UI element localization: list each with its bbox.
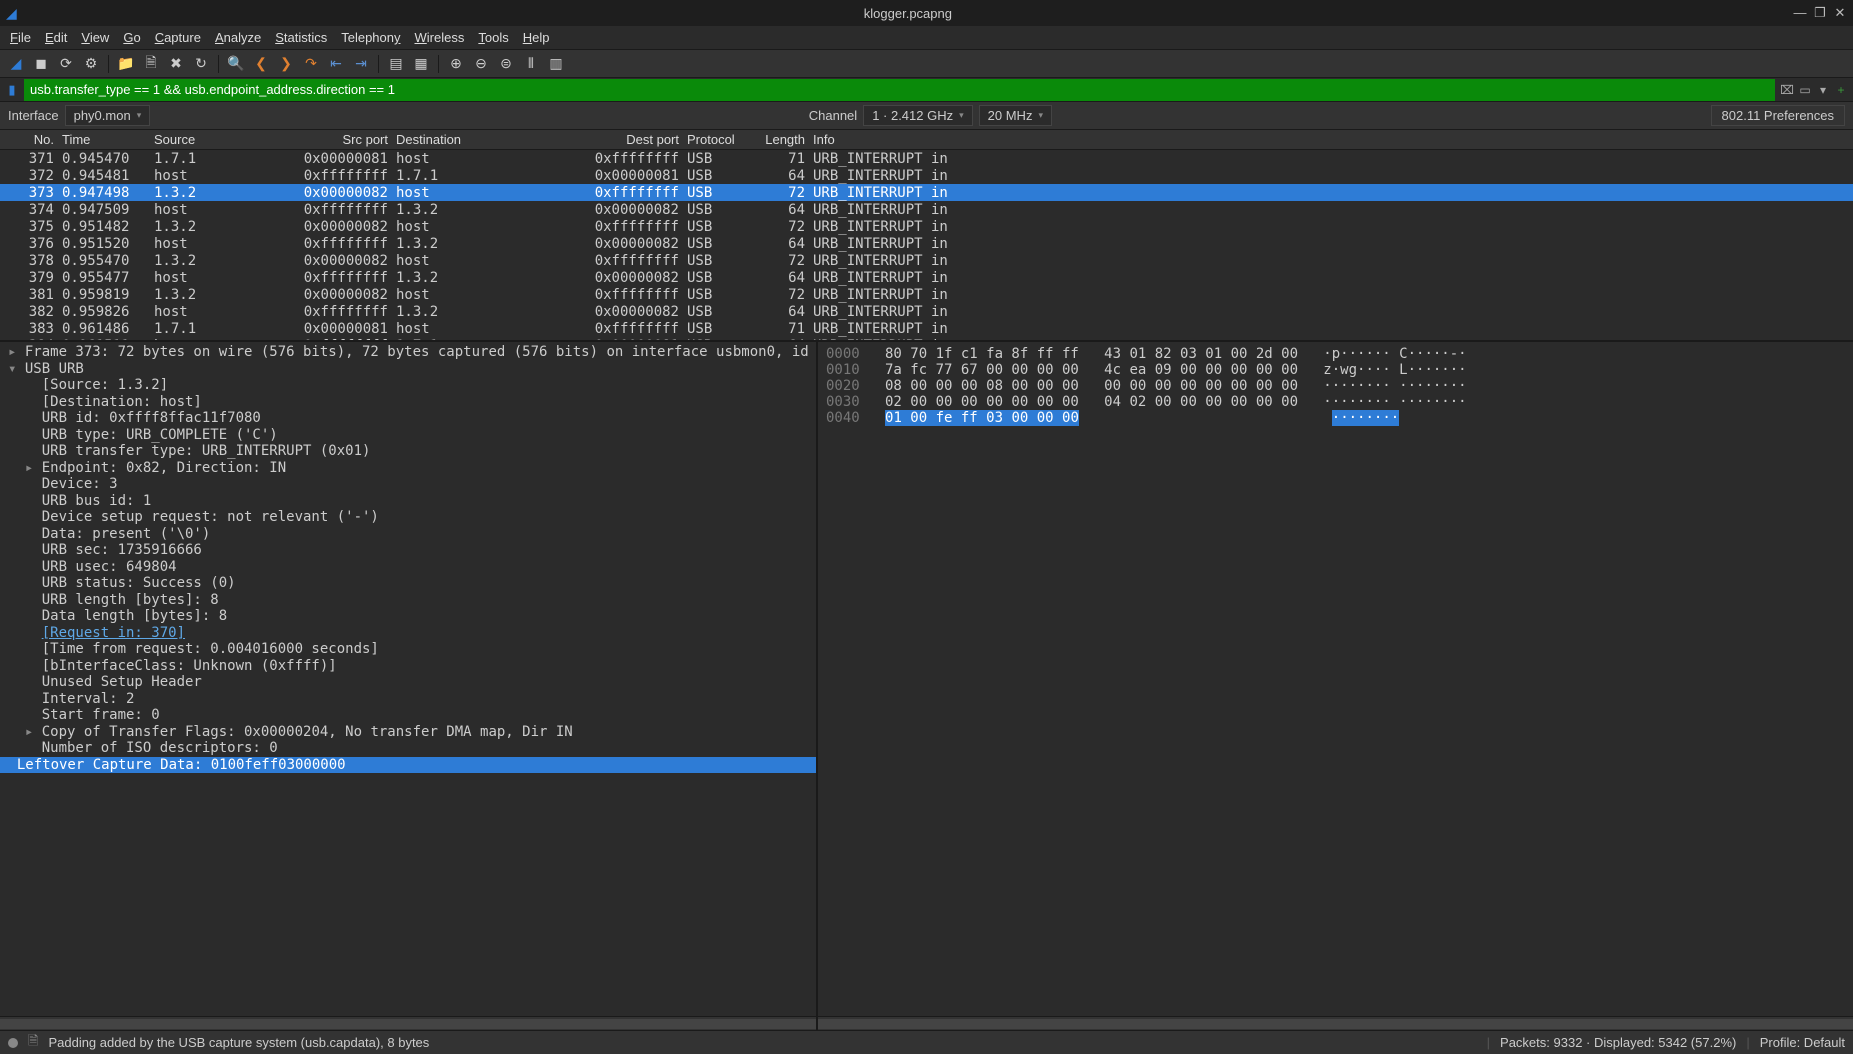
stop-capture-icon[interactable]: ◼ <box>31 54 51 74</box>
menu-view[interactable]: View <box>81 30 109 45</box>
packet-row[interactable]: 3810.9598191.3.20x00000082 host0xfffffff… <box>0 286 1853 303</box>
col-destination: Destination <box>392 132 590 147</box>
menu-tools[interactable]: Tools <box>478 30 508 45</box>
go-back-icon[interactable]: ❮ <box>251 54 271 74</box>
packet-row[interactable]: 3780.9554701.3.20x00000082 host0xfffffff… <box>0 252 1853 269</box>
channel-width-select[interactable]: 20 MHz <box>979 105 1052 126</box>
packet-row[interactable]: 3730.9474981.3.20x00000082 host0xfffffff… <box>0 184 1853 201</box>
col-source: Source <box>150 132 270 147</box>
packet-row[interactable]: 3740.947509host0xffffffff 1.3.20x0000008… <box>0 201 1853 218</box>
packet-row[interactable]: 3830.9614861.7.10x00000081 host0xfffffff… <box>0 320 1853 337</box>
packet-row[interactable]: 3840.961511host0xffffffff 1.7.10x0000008… <box>0 337 1853 340</box>
start-capture-icon[interactable]: ◢ <box>6 54 26 74</box>
bookmark-filter-icon[interactable]: ▮ <box>4 82 20 98</box>
packet-list-pane: No. Time Source Src port Destination Des… <box>0 130 1853 342</box>
zoom-in-icon[interactable]: ⊕ <box>446 54 466 74</box>
channel-label: Channel <box>809 108 857 123</box>
resize-columns-icon[interactable]: ⫴ <box>521 54 541 74</box>
window-title: klogger.pcapng <box>23 6 1793 21</box>
capture-file-properties-icon[interactable]: 🗎 <box>28 1032 38 1054</box>
horizontal-scrollbars[interactable] <box>0 1016 1853 1030</box>
packet-bytes-pane[interactable]: 0000 80 70 1f c1 fa 8f ff ff 43 01 82 03… <box>818 342 1853 1016</box>
wireshark-logo-icon: ◢ <box>6 5 17 22</box>
close-button[interactable]: ✕ <box>1833 5 1847 21</box>
main-toolbar: ◢ ◼ ⟳ ⚙ 📁 🗎 ✖ ↻ 🔍 ❮ ❯ ↷ ⇤ ⇥ ▤ ▦ ⊕ ⊖ ⊜ ⫴ … <box>0 50 1853 78</box>
minimize-button[interactable]: — <box>1793 5 1807 21</box>
packet-row[interactable]: 3750.9514821.3.20x00000082 host0xfffffff… <box>0 218 1853 235</box>
menu-statistics[interactable]: Statistics <box>275 30 327 45</box>
menu-go[interactable]: Go <box>123 30 140 45</box>
capture-options-icon[interactable]: ⚙ <box>81 54 101 74</box>
go-forward-icon[interactable]: ❯ <box>276 54 296 74</box>
packet-row[interactable]: 3760.951520host0xffffffff 1.3.20x0000008… <box>0 235 1853 252</box>
menu-capture[interactable]: Capture <box>155 30 201 45</box>
packet-row[interactable]: 3820.959826host0xffffffff 1.3.20x0000008… <box>0 303 1853 320</box>
menu-edit[interactable]: Edit <box>45 30 67 45</box>
open-file-icon[interactable]: 📁 <box>116 54 136 74</box>
clear-filter-icon[interactable]: ⌧ <box>1779 82 1795 98</box>
packet-row[interactable]: 3720.945481host0xffffffff 1.7.10x0000008… <box>0 167 1853 184</box>
reload-icon[interactable]: ↻ <box>191 54 211 74</box>
find-icon[interactable]: 🔍 <box>226 54 246 74</box>
col-no: No. <box>0 132 58 147</box>
wireless-prefs-button[interactable]: 802.11 Preferences <box>1711 105 1846 126</box>
packet-row[interactable]: 3790.955477host0xffffffff 1.3.20x0000008… <box>0 269 1853 286</box>
col-info: Info <box>809 132 1853 147</box>
col-destport: Dest port <box>590 132 683 147</box>
menu-help[interactable]: Help <box>523 30 550 45</box>
go-last-icon[interactable]: ⇥ <box>351 54 371 74</box>
close-file-icon[interactable]: ✖ <box>166 54 186 74</box>
restart-capture-icon[interactable]: ⟳ <box>56 54 76 74</box>
zoom-out-icon[interactable]: ⊖ <box>471 54 491 74</box>
menu-telephony[interactable]: Telephony <box>341 30 400 45</box>
expert-info-icon[interactable] <box>8 1038 18 1048</box>
title-bar: ◢ klogger.pcapng — ❐ ✕ <box>0 0 1853 26</box>
apply-filter-icon[interactable]: ▭ <box>1797 82 1813 98</box>
menu-analyze[interactable]: Analyze <box>215 30 261 45</box>
interface-label: Interface <box>8 108 59 123</box>
menu-file[interactable]: File <box>10 30 31 45</box>
col-length: Length <box>749 132 809 147</box>
go-to-packet-icon[interactable]: ↷ <box>301 54 321 74</box>
status-message: Padding added by the USB capture system … <box>48 1035 1476 1050</box>
menu-wireless[interactable]: Wireless <box>415 30 465 45</box>
status-profile[interactable]: Profile: Default <box>1760 1035 1845 1050</box>
go-first-icon[interactable]: ⇤ <box>326 54 346 74</box>
packet-row[interactable]: 3710.9454701.7.10x00000081 host0xfffffff… <box>0 150 1853 167</box>
auto-scroll-icon[interactable]: ▤ <box>386 54 406 74</box>
colorize-icon[interactable]: ▦ <box>411 54 431 74</box>
zoom-reset-icon[interactable]: ⊜ <box>496 54 516 74</box>
packet-list-header[interactable]: No. Time Source Src port Destination Des… <box>0 130 1853 150</box>
layout-icon[interactable]: ▥ <box>546 54 566 74</box>
filter-dropdown-icon[interactable]: ▾ <box>1815 82 1831 98</box>
packet-details-pane[interactable]: Frame 373: 72 bytes on wire (576 bits), … <box>0 342 818 1016</box>
packet-list-body[interactable]: 3710.9454701.7.10x00000081 host0xfffffff… <box>0 150 1853 340</box>
save-file-icon[interactable]: 🗎 <box>141 54 161 74</box>
status-packet-stats: Packets: 9332 · Displayed: 5342 (57.2%) <box>1500 1035 1736 1050</box>
display-filter-input[interactable] <box>24 79 1775 101</box>
maximize-button[interactable]: ❐ <box>1813 5 1827 21</box>
interface-select[interactable]: phy0.mon <box>65 105 151 126</box>
display-filter-bar: ▮ ⌧ ▭ ▾ + <box>0 78 1853 102</box>
menu-bar: File Edit View Go Capture Analyze Statis… <box>0 26 1853 50</box>
col-protocol: Protocol <box>683 132 749 147</box>
add-filter-button-icon[interactable]: + <box>1833 82 1849 98</box>
col-srcport: Src port <box>270 132 392 147</box>
status-bar: 🗎 Padding added by the USB capture syste… <box>0 1030 1853 1054</box>
col-time: Time <box>58 132 150 147</box>
channel-select[interactable]: 1 · 2.412 GHz <box>863 105 972 126</box>
wireless-toolbar: Interface phy0.mon Channel 1 · 2.412 GHz… <box>0 102 1853 130</box>
